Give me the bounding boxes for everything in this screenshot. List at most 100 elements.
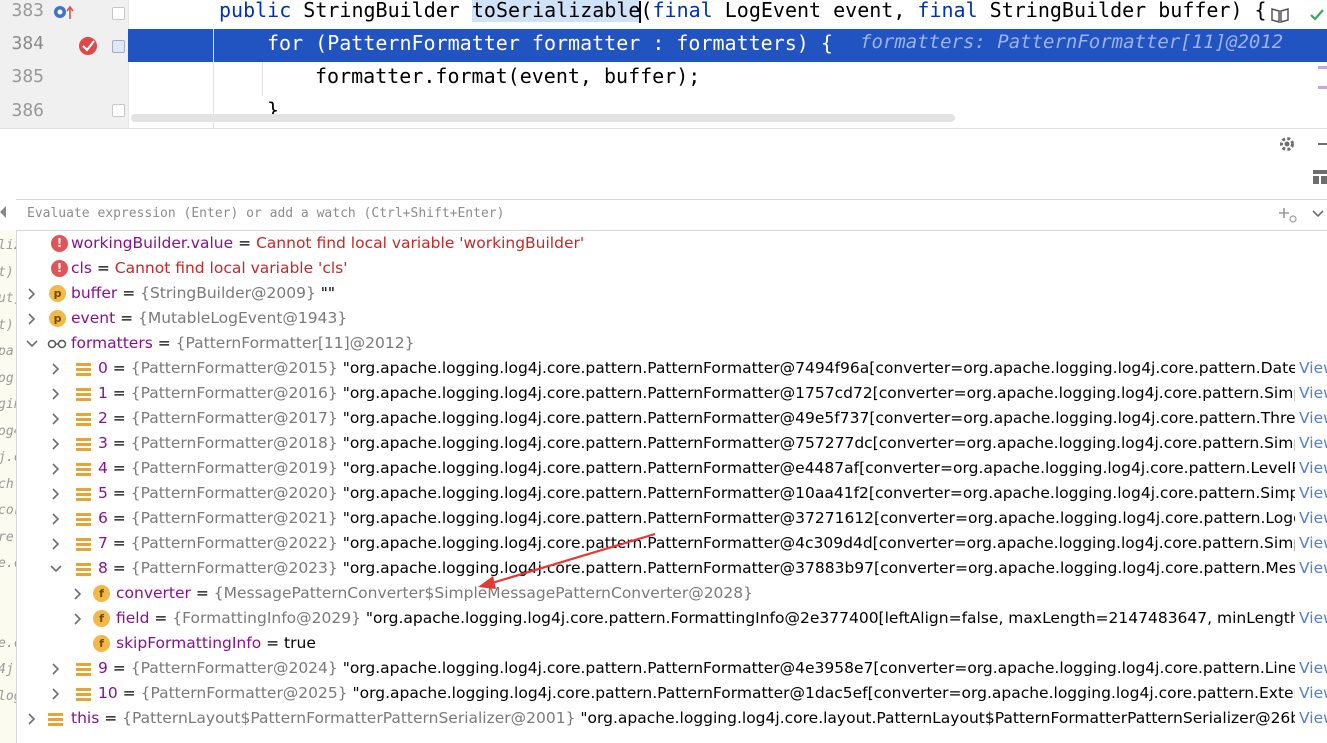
- frame-label-fragment: 4j.s: [0, 662, 16, 677]
- variable-name: 7: [98, 534, 108, 552]
- fold-marker[interactable]: [112, 104, 125, 117]
- chevron-right-icon[interactable]: [50, 413, 62, 425]
- array-element-icon: [74, 685, 94, 702]
- variable-row[interactable]: p event = {MutableLogEvent@1943}: [17, 307, 1327, 332]
- view-link[interactable]: View: [1295, 659, 1327, 677]
- code-editor[interactable]: 383 public StringBuilder toSerializable(…: [0, 0, 1327, 128]
- frames-panel-edge[interactable]: liz t) ut) t) pa og gin og4 j.c ch cor re. e.cc e.co 4…: [0, 230, 17, 743]
- add-watch-icon[interactable]: [1278, 206, 1298, 224]
- variable-row[interactable]: ! cls = Cannot find local variable 'cls': [17, 257, 1327, 282]
- chevron-right-icon[interactable]: [50, 538, 62, 550]
- chevron-right-icon[interactable]: [26, 313, 38, 325]
- equals-sign: =: [149, 609, 173, 627]
- view-link[interactable]: View: [1295, 359, 1327, 377]
- gear-icon[interactable]: [1278, 135, 1296, 153]
- line-number: 386: [11, 100, 44, 121]
- array-element-icon: [46, 710, 66, 727]
- variable-text: 8 = {PatternFormatter@2023} "org.apache.…: [98, 559, 1327, 577]
- reader-mode-icon[interactable]: [1270, 6, 1290, 24]
- view-link[interactable]: View: [1295, 684, 1327, 702]
- variable-row[interactable]: 2 = {PatternFormatter@2017} "org.apache.…: [17, 407, 1327, 432]
- chevron-right-icon[interactable]: [50, 488, 62, 500]
- variables-tree[interactable]: ! workingBuilder.value = Cannot find loca…: [17, 230, 1327, 743]
- evaluate-expression-field[interactable]: Evaluate expression (Enter) or add a wat…: [16, 199, 1327, 231]
- evaluate-placeholder: Evaluate expression (Enter) or add a wat…: [27, 206, 505, 221]
- fold-marker[interactable]: [112, 40, 125, 53]
- variable-row[interactable]: f field = {FormattingInfo@2029} "org.apac…: [17, 607, 1327, 632]
- code-line-385[interactable]: 385 formatter.format(event, buffer);: [0, 62, 1327, 95]
- watch-glasses-icon: [47, 335, 67, 352]
- chevron-right-icon[interactable]: [26, 288, 38, 300]
- view-link[interactable]: View: [1295, 559, 1327, 577]
- chevron-right-icon[interactable]: [50, 688, 62, 700]
- equals-sign: =: [261, 634, 285, 652]
- variable-row[interactable]: this = {PatternLayout$PatternFormatterPa…: [17, 707, 1327, 732]
- variable-row[interactable]: 3 = {PatternFormatter@2018} "org.apache.…: [17, 432, 1327, 457]
- chevron-right-icon[interactable]: [50, 463, 62, 475]
- error-message: Cannot find local variable 'workingBuild…: [255, 234, 585, 252]
- variable-name: 1: [98, 384, 108, 402]
- view-link[interactable]: View: [1295, 384, 1327, 402]
- view-link[interactable]: View: [1295, 534, 1327, 552]
- variable-row[interactable]: p buffer = {StringBuilder@2009} "": [17, 282, 1327, 307]
- hide-panel-icon[interactable]: [1318, 143, 1327, 145]
- layout-icon[interactable]: [1313, 170, 1327, 184]
- chevron-right-icon[interactable]: [50, 438, 62, 450]
- variable-row[interactable]: 6 = {PatternFormatter@2021} "org.apache.…: [17, 507, 1327, 532]
- view-link[interactable]: View: [1295, 484, 1327, 502]
- variable-row[interactable]: 5 = {PatternFormatter@2020} "org.apache.…: [17, 482, 1327, 507]
- check-icon[interactable]: [1309, 7, 1325, 23]
- variable-type: {PatternLayout$PatternFormatterPatternSe…: [122, 709, 576, 727]
- code-line-386[interactable]: 386 }: [0, 96, 1327, 128]
- fold-marker[interactable]: [112, 7, 125, 20]
- variable-name: this: [71, 709, 100, 727]
- chevron-down-icon[interactable]: [26, 338, 38, 350]
- view-link[interactable]: View: [1295, 609, 1327, 627]
- variable-row[interactable]: ! workingBuilder.value = Cannot find loca…: [17, 232, 1327, 257]
- variable-row[interactable]: 8 = {PatternFormatter@2023} "org.apache.…: [17, 557, 1327, 582]
- chevron-right-icon[interactable]: [50, 363, 62, 375]
- variable-row[interactable]: 1 = {PatternFormatter@2016} "org.apache.…: [17, 382, 1327, 407]
- line-number: 385: [11, 66, 44, 87]
- chevron-right-icon[interactable]: [72, 588, 84, 600]
- equals-sign: =: [107, 534, 131, 552]
- variable-row[interactable]: f converter = {MessagePatternConverter$Si…: [17, 582, 1327, 607]
- frame-label-fragment: ch: [0, 476, 14, 492]
- chevron-down-icon[interactable]: [1312, 209, 1324, 219]
- chevron-down-icon[interactable]: [50, 563, 62, 575]
- breakpoint-icon[interactable]: [78, 35, 100, 57]
- code-line-384-current[interactable]: 384 for (PatternFormatter formatter : fo…: [0, 29, 1327, 62]
- variable-row[interactable]: f skipFormattingInfo = true: [17, 632, 1327, 657]
- frames-collapse-icon[interactable]: [0, 206, 6, 218]
- frame-label-fragment: pa: [0, 344, 14, 359]
- variable-row[interactable]: 9 = {PatternFormatter@2024} "org.apache.…: [17, 657, 1327, 682]
- chevron-right-icon[interactable]: [26, 713, 38, 725]
- variable-text: 0 = {PatternFormatter@2015} "org.apache.…: [98, 359, 1327, 377]
- view-link[interactable]: View: [1295, 459, 1327, 477]
- variable-type: {PatternFormatter@2018}: [130, 434, 338, 452]
- view-link[interactable]: View: [1295, 509, 1327, 527]
- view-link[interactable]: View: [1295, 709, 1327, 727]
- variable-row[interactable]: 0 = {PatternFormatter@2015} "org.apache.…: [17, 357, 1327, 382]
- variable-type: {PatternFormatter@2023}: [130, 559, 338, 577]
- chevron-right-icon[interactable]: [50, 663, 62, 675]
- variable-row[interactable]: 10 = {PatternFormatter@2025} "org.apache…: [17, 682, 1327, 707]
- frame-label-fragment: j.c: [0, 450, 16, 465]
- equals-sign: =: [107, 409, 131, 427]
- variable-row[interactable]: formatters = {PatternFormatter[11]@2012}: [17, 332, 1327, 357]
- chevron-right-icon[interactable]: [50, 513, 62, 525]
- view-link[interactable]: View: [1295, 409, 1327, 427]
- variable-value: "org.apache.logging.log4j.core.pattern.P…: [337, 359, 1327, 377]
- array-element-icon: [74, 460, 94, 477]
- variable-row[interactable]: 7 = {PatternFormatter@2022} "org.apache.…: [17, 532, 1327, 557]
- chevron-right-icon[interactable]: [50, 388, 62, 400]
- variable-name: 10: [98, 684, 118, 702]
- view-link[interactable]: View: [1295, 434, 1327, 452]
- horizontal-scrollbar[interactable]: [131, 114, 955, 122]
- code-line-383[interactable]: 383 public StringBuilder toSerializable(…: [0, 0, 1327, 29]
- chevron-right-icon[interactable]: [72, 613, 84, 625]
- field-icon: f: [93, 635, 110, 652]
- variable-row[interactable]: 4 = {PatternFormatter@2019} "org.apache.…: [17, 457, 1327, 482]
- variable-value: "org.apache.logging.log4j.core.pattern.F…: [360, 609, 1327, 627]
- method-override-icon[interactable]: [52, 3, 76, 23]
